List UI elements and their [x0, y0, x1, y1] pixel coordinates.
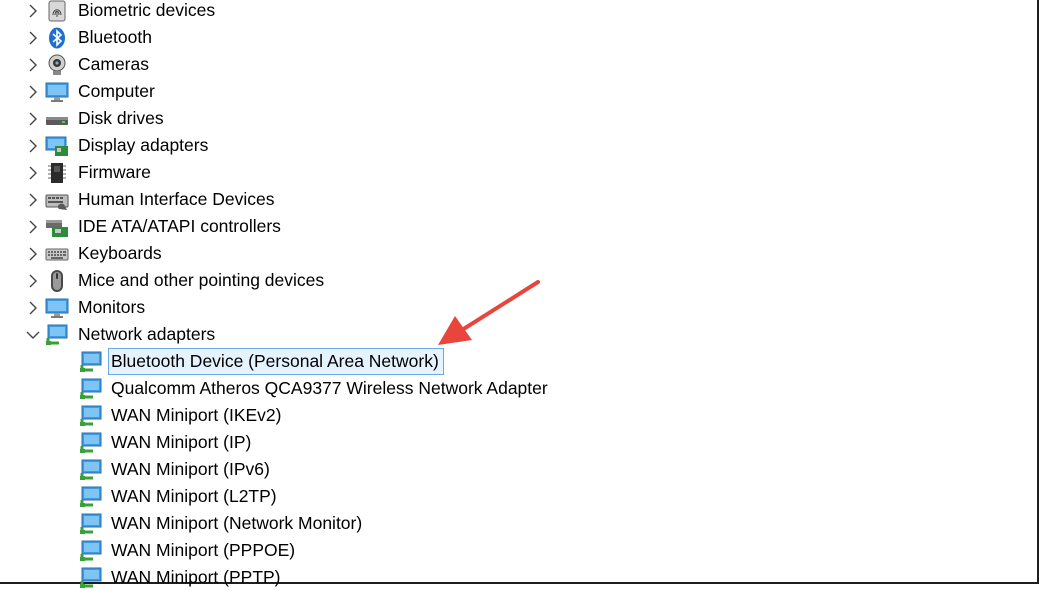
annotation-arrow-icon [438, 280, 540, 345]
